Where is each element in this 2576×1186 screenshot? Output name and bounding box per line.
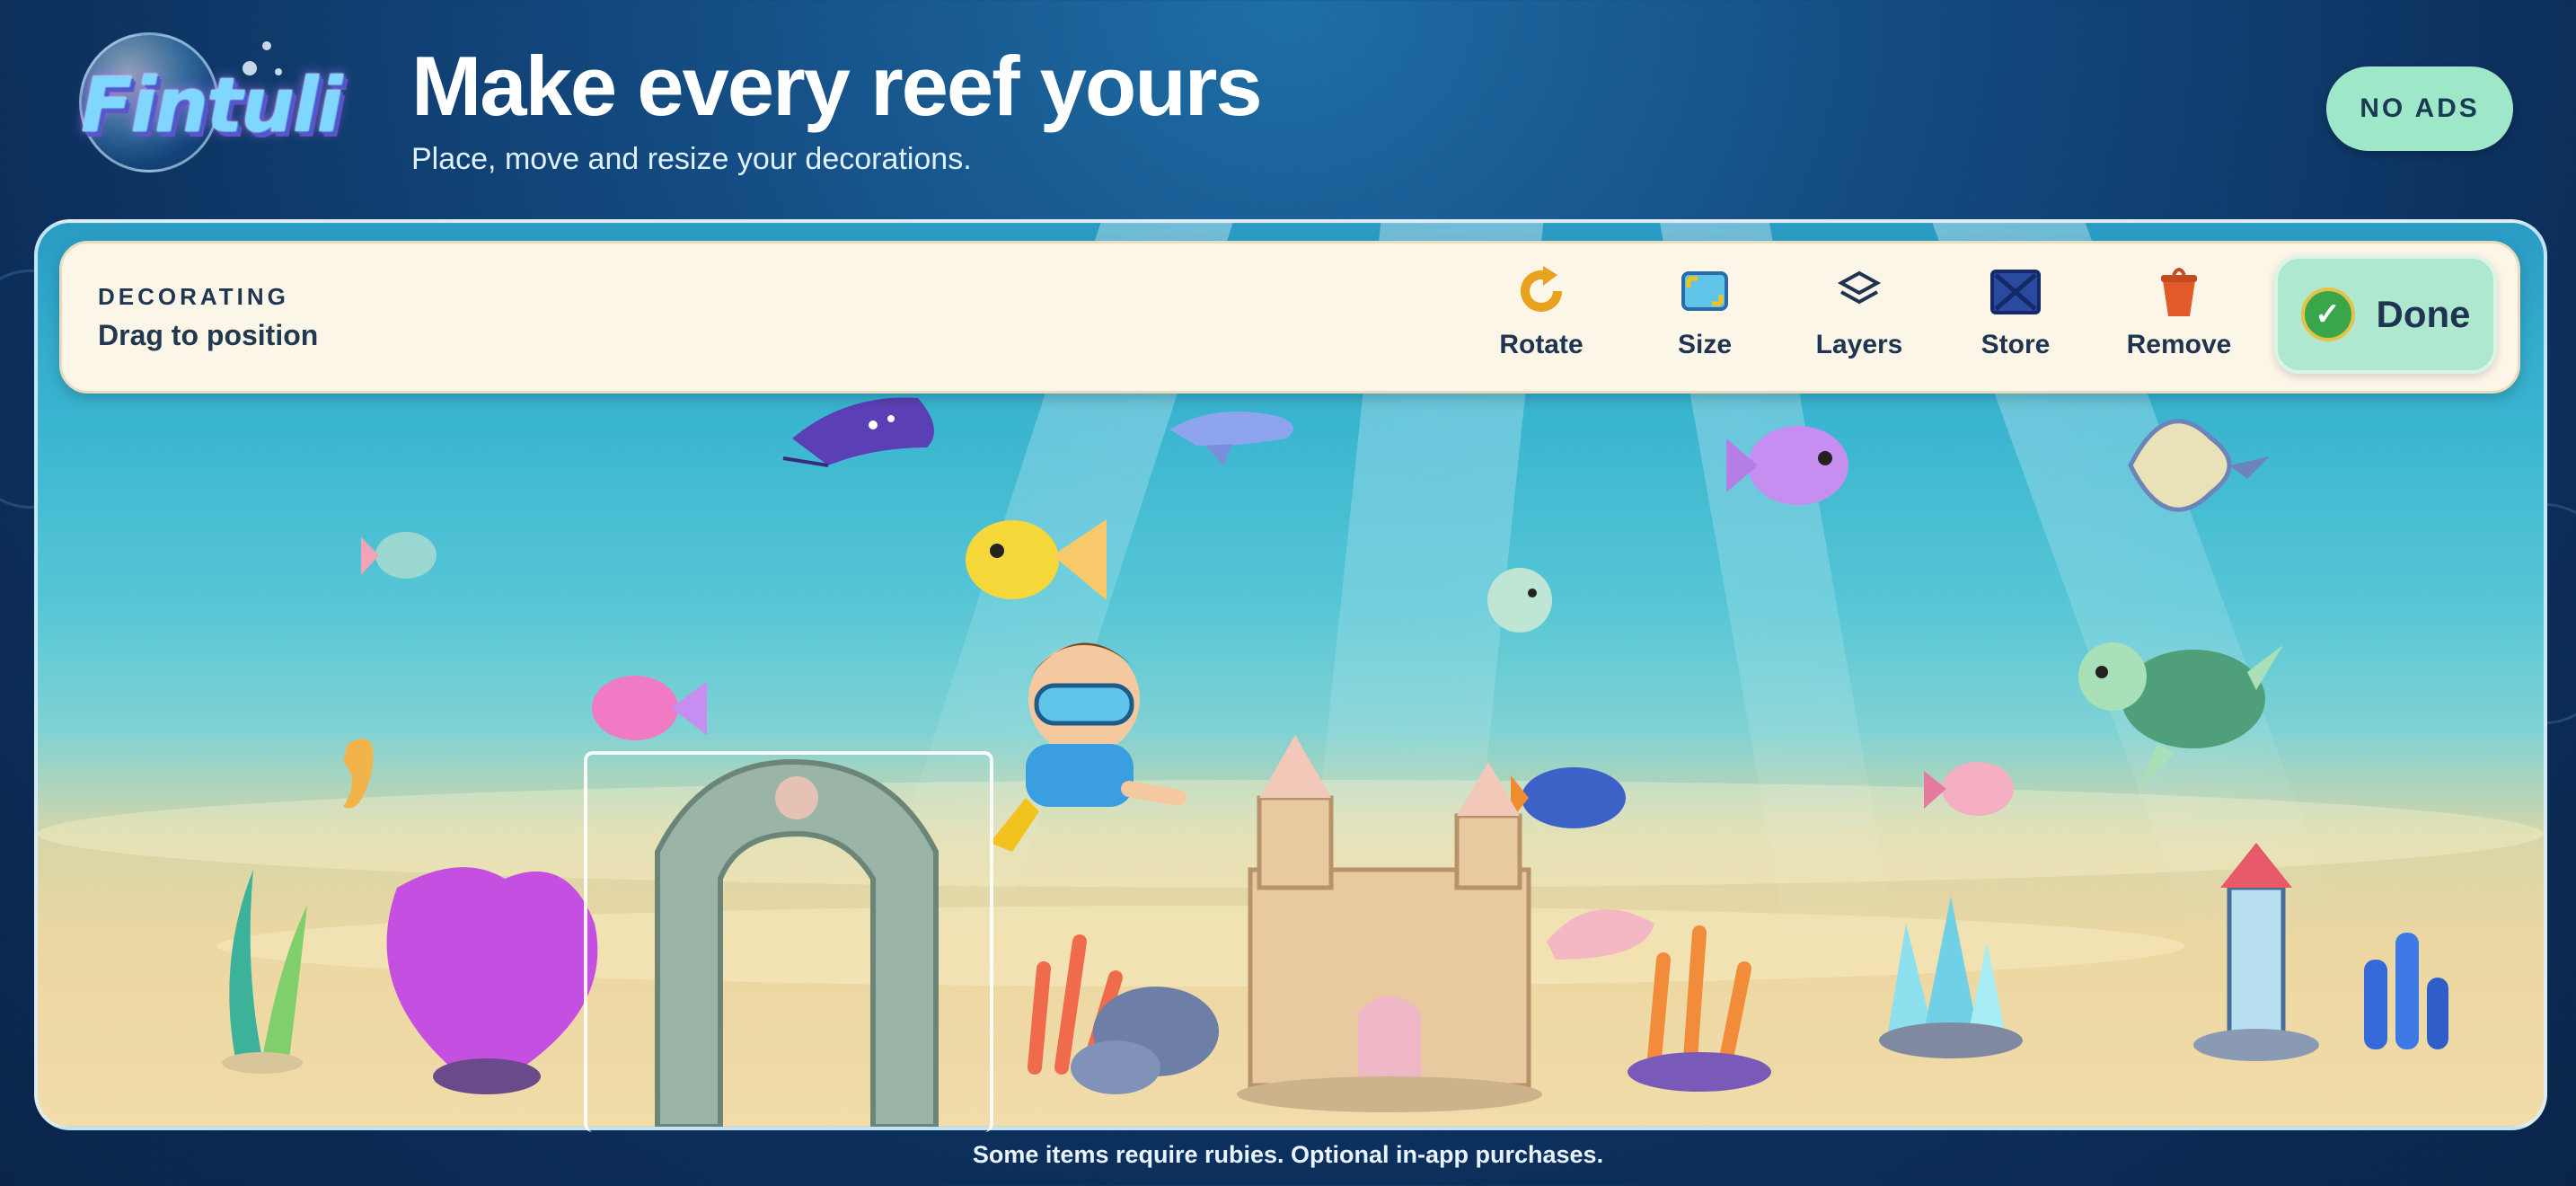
logo-wordmark: Fintuli xyxy=(81,61,343,149)
trash-bucket-icon xyxy=(2148,260,2210,323)
purple-fan-coral[interactable] xyxy=(386,867,598,1094)
remove-label: Remove xyxy=(2126,330,2232,359)
logo-bubble-dot xyxy=(262,41,271,50)
sea-turtle[interactable] xyxy=(2078,642,2283,789)
done-button[interactable]: ✓ Done xyxy=(2274,255,2497,374)
coral-cluster[interactable] xyxy=(1628,925,1771,1092)
mode-hint: Drag to position xyxy=(98,319,319,351)
small-teal-fish[interactable] xyxy=(361,532,437,579)
crystals[interactable] xyxy=(1879,897,2023,1058)
lighthouse[interactable] xyxy=(2193,843,2319,1061)
app-logo: Fintuli xyxy=(75,25,354,173)
diver-boy[interactable] xyxy=(990,642,1187,853)
clam-shell[interactable] xyxy=(1547,909,1654,960)
resize-icon xyxy=(1673,260,1736,323)
store-button[interactable]: Store xyxy=(1948,260,2083,376)
layers-button[interactable]: Layers xyxy=(1792,260,1927,376)
rotate-label: Rotate xyxy=(1499,330,1584,359)
seaweed[interactable] xyxy=(222,870,307,1074)
page-title: Make every reef yours xyxy=(411,39,1263,133)
mandarin-fish[interactable] xyxy=(1511,767,1626,828)
crate-icon xyxy=(1984,260,2047,323)
angelfish[interactable] xyxy=(2128,419,2270,512)
manta-ray[interactable] xyxy=(782,397,934,467)
purple-fish[interactable] xyxy=(1726,426,1848,505)
pufferfish[interactable] xyxy=(1487,568,1552,633)
store-label: Store xyxy=(1981,330,2051,359)
pink-small-fish[interactable] xyxy=(1924,762,2014,816)
selection-outline[interactable] xyxy=(584,751,993,1132)
pink-fish[interactable] xyxy=(592,676,707,740)
purchase-disclaimer: Some items require rubies. Optional in-a… xyxy=(972,1141,1604,1168)
decorating-toolbar: DECORATING Drag to position Rotate Size … xyxy=(59,241,2520,394)
layers-icon xyxy=(1828,260,1891,323)
size-label: Size xyxy=(1677,330,1733,359)
no-ads-button[interactable]: NO ADS xyxy=(2326,66,2513,151)
mode-label: DECORATING xyxy=(98,283,289,310)
size-button[interactable]: Size xyxy=(1637,260,1772,376)
sandcastle[interactable] xyxy=(1237,735,1542,1112)
yellow-fish[interactable] xyxy=(966,519,1107,600)
page-subtitle: Place, move and resize your decorations. xyxy=(411,142,972,176)
blue-tube-sponge[interactable] xyxy=(2364,933,2448,1049)
remove-button[interactable]: Remove xyxy=(2112,260,2246,376)
checkmark-icon: ✓ xyxy=(2300,288,2355,341)
seahorse[interactable] xyxy=(343,739,374,809)
done-label: Done xyxy=(2376,293,2471,335)
dolphin[interactable] xyxy=(1169,412,1293,465)
rotate-button[interactable]: Rotate xyxy=(1474,260,1609,376)
rotate-icon xyxy=(1510,260,1573,323)
layers-label: Layers xyxy=(1815,330,1903,359)
